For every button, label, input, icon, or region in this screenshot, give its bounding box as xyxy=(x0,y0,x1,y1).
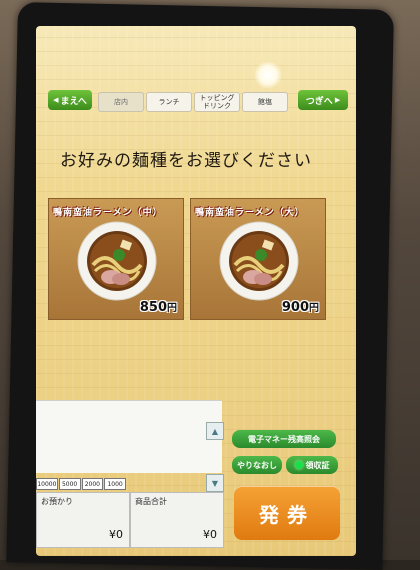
triangle-left-icon: ◀ xyxy=(53,96,59,104)
prev-page-button[interactable]: ◀ まえへ xyxy=(48,90,92,110)
deposit-value: ¥0 xyxy=(109,528,123,541)
menu-item-name: 鴨南蛮油ラーメン（大） xyxy=(195,208,305,218)
menu-item-price: 850円 xyxy=(140,299,177,315)
receipt-label: 領収証 xyxy=(305,460,330,470)
menu-item-price: 900円 xyxy=(282,299,319,315)
led-indicator-icon xyxy=(294,461,303,469)
next-page-button[interactable]: つぎへ ▶ xyxy=(298,90,348,110)
tab-topping-drink-label: トッピング ドリンク xyxy=(199,94,235,110)
deposit-label: お預かり xyxy=(41,497,73,506)
tab-topping-drink[interactable]: トッピング ドリンク xyxy=(194,92,240,112)
redo-button[interactable]: やりなおし xyxy=(232,456,282,474)
price-value: 900 xyxy=(281,300,309,315)
tab-salt[interactable]: 館塩 xyxy=(242,92,288,112)
deposit-display: お預かり ¥0 xyxy=(36,492,130,548)
tab-store-label: 店内 xyxy=(114,98,128,106)
tab-lunch-label: ランチ xyxy=(158,98,180,106)
triangle-right-icon: ▶ xyxy=(334,96,341,104)
scroll-down-button[interactable]: ▼ xyxy=(206,474,224,492)
triangle-down-icon: ▼ xyxy=(211,478,219,488)
triangle-up-icon: ▲ xyxy=(211,426,219,436)
ticket-machine-screen: ◀ まえへ 店内 ランチ トッピング ドリンク 館塩 つぎへ ▶ お好みの麺種を… xyxy=(36,26,356,556)
bill-badge: 5000 xyxy=(58,478,81,490)
light-glare xyxy=(254,62,282,88)
tab-salt-label: 館塩 xyxy=(258,98,272,106)
tab-lunch[interactable]: ランチ xyxy=(146,92,192,112)
menu-item-button[interactable]: 鴨南蛮油ラーメン（大） 900円 xyxy=(190,198,326,320)
receipt-button[interactable]: 領収証 xyxy=(286,456,338,474)
menu-item-name: 鴨南蛮油ラーメン（中） xyxy=(53,208,163,218)
scroll-up-button[interactable]: ▲ xyxy=(206,422,224,440)
category-tab-bar: ◀ まえへ 店内 ランチ トッピング ドリンク 館塩 つぎへ ▶ xyxy=(48,90,348,114)
tab-store[interactable]: 店内 xyxy=(98,92,144,112)
order-list[interactable] xyxy=(36,400,222,473)
total-label: 商品合計 xyxy=(135,497,167,506)
total-value: ¥0 xyxy=(203,528,217,541)
ramen-bowl-image xyxy=(219,221,299,301)
bill-badge: 10000 xyxy=(36,478,58,490)
e-money-balance-button[interactable]: 電子マネー残高照会 xyxy=(232,430,336,448)
price-currency: 円 xyxy=(309,303,319,314)
bill-badge: 1000 xyxy=(104,478,126,490)
next-page-label: つぎへ xyxy=(305,96,333,107)
page-title: お好みの麺種をお選びください xyxy=(60,151,312,171)
issue-ticket-button[interactable]: 発券 xyxy=(234,486,340,540)
total-display: 商品合計 ¥0 xyxy=(130,492,224,548)
price-currency: 円 xyxy=(167,303,177,314)
ramen-bowl-image xyxy=(77,221,157,301)
bill-badge: 2000 xyxy=(81,478,104,490)
accepted-bills: 10000 5000 2000 1000 xyxy=(36,478,126,490)
menu-item-button[interactable]: 鴨南蛮油ラーメン（中） 850円 xyxy=(48,198,184,320)
prev-page-label: まえへ xyxy=(60,96,87,107)
price-value: 850 xyxy=(139,300,167,315)
